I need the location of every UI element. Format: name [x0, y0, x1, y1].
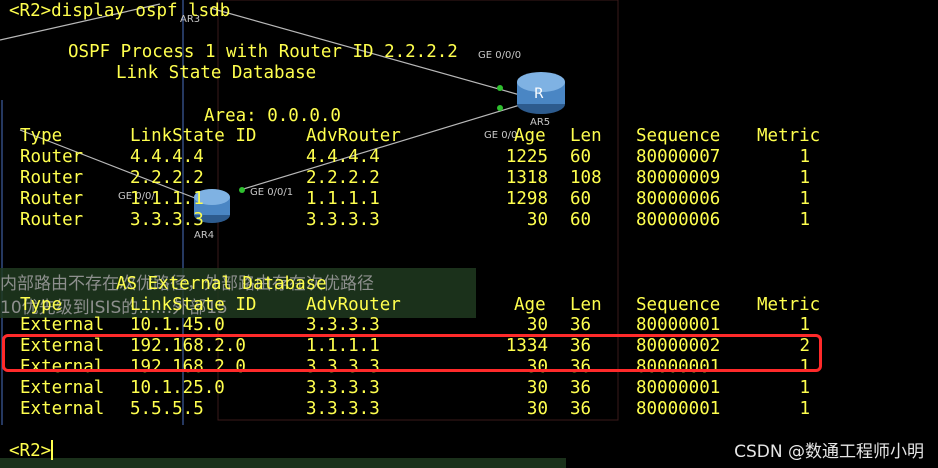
table-cell: 1225: [505, 147, 548, 167]
table-cell: 30: [526, 399, 548, 419]
table-cell: 60: [570, 189, 592, 209]
terminal-output: <R2>display ospf lsdb OSPF Process 1 wit…: [0, 0, 938, 468]
table-cell: 1298: [505, 189, 548, 209]
table-cell: 1.1.1.1: [306, 189, 380, 209]
final-prompt[interactable]: <R2>: [9, 441, 51, 461]
col-header-metric: Metric: [757, 295, 821, 315]
table-cell: External: [20, 399, 105, 419]
external-title: AS External Database: [116, 274, 327, 294]
col-header-len: Len: [570, 126, 602, 146]
table-cell: 36: [570, 399, 592, 419]
table-cell: 4.4.4.4: [130, 147, 204, 167]
table-cell: 4.4.4.4: [306, 147, 380, 167]
table-cell: 80000006: [636, 189, 721, 209]
table-cell: 1318: [505, 168, 548, 188]
table-cell: 3.3.3.3: [130, 210, 204, 230]
area-line: Area: 0.0.0.0: [204, 106, 341, 126]
text-cursor: [51, 440, 53, 460]
col-header-advrouter: AdvRouter: [306, 295, 401, 315]
table-cell: 2.2.2.2: [306, 168, 380, 188]
table-cell: 1: [799, 147, 810, 167]
table-cell: 80000001: [636, 315, 721, 335]
col-header-metric: Metric: [757, 126, 821, 146]
table-cell: Router: [20, 210, 84, 230]
table-cell: 30: [526, 315, 548, 335]
table-cell: 108: [570, 168, 602, 188]
table-cell: 80000007: [636, 147, 721, 167]
col-header-linkstate-id: LinkState ID: [130, 295, 257, 315]
table-cell: 1: [799, 315, 810, 335]
watermark: CSDN @数通工程师小明: [734, 442, 924, 462]
process-line: OSPF Process 1 with Router ID 2.2.2.2: [68, 42, 458, 62]
col-header-age: Age: [514, 295, 546, 315]
col-header-len: Len: [570, 295, 602, 315]
table-cell: External: [20, 378, 105, 398]
table-cell: 1: [799, 189, 810, 209]
col-header-type: Type: [20, 126, 63, 146]
highlight-annotation: [2, 334, 822, 372]
table-cell: 1: [799, 168, 810, 188]
table-cell: 1.1.1.1: [130, 189, 204, 209]
col-header-sequence: Sequence: [636, 126, 721, 146]
table-cell: Router: [20, 168, 84, 188]
table-cell: 30: [526, 210, 548, 230]
table-cell: 10.1.25.0: [130, 378, 225, 398]
table-cell: Router: [20, 189, 84, 209]
table-cell: 1: [799, 210, 810, 230]
table-cell: 30: [526, 378, 548, 398]
table-cell: 80000001: [636, 399, 721, 419]
table-cell: 5.5.5.5: [130, 399, 204, 419]
table-cell: 80000006: [636, 210, 721, 230]
db-title: Link State Database: [116, 63, 317, 83]
col-header-advrouter: AdvRouter: [306, 126, 401, 146]
table-cell: 60: [570, 210, 592, 230]
table-cell: 3.3.3.3: [306, 315, 380, 335]
table-cell: External: [20, 315, 105, 335]
table-cell: 1: [799, 378, 810, 398]
table-cell: 1: [799, 399, 810, 419]
col-header-type: Type: [20, 295, 63, 315]
col-header-sequence: Sequence: [636, 295, 721, 315]
table-cell: 36: [570, 378, 592, 398]
table-cell: Router: [20, 147, 84, 167]
table-cell: 80000001: [636, 378, 721, 398]
col-header-linkstate-id: LinkState ID: [130, 126, 257, 146]
table-cell: 80000009: [636, 168, 721, 188]
table-cell: 10.1.45.0: [130, 315, 225, 335]
table-cell: 3.3.3.3: [306, 399, 380, 419]
table-cell: 3.3.3.3: [306, 378, 380, 398]
table-cell: 2.2.2.2: [130, 168, 204, 188]
command-line: <R2>display ospf lsdb: [9, 1, 231, 21]
table-cell: 60: [570, 147, 592, 167]
table-cell: 3.3.3.3: [306, 210, 380, 230]
table-cell: 36: [570, 315, 592, 335]
col-header-age: Age: [514, 126, 546, 146]
